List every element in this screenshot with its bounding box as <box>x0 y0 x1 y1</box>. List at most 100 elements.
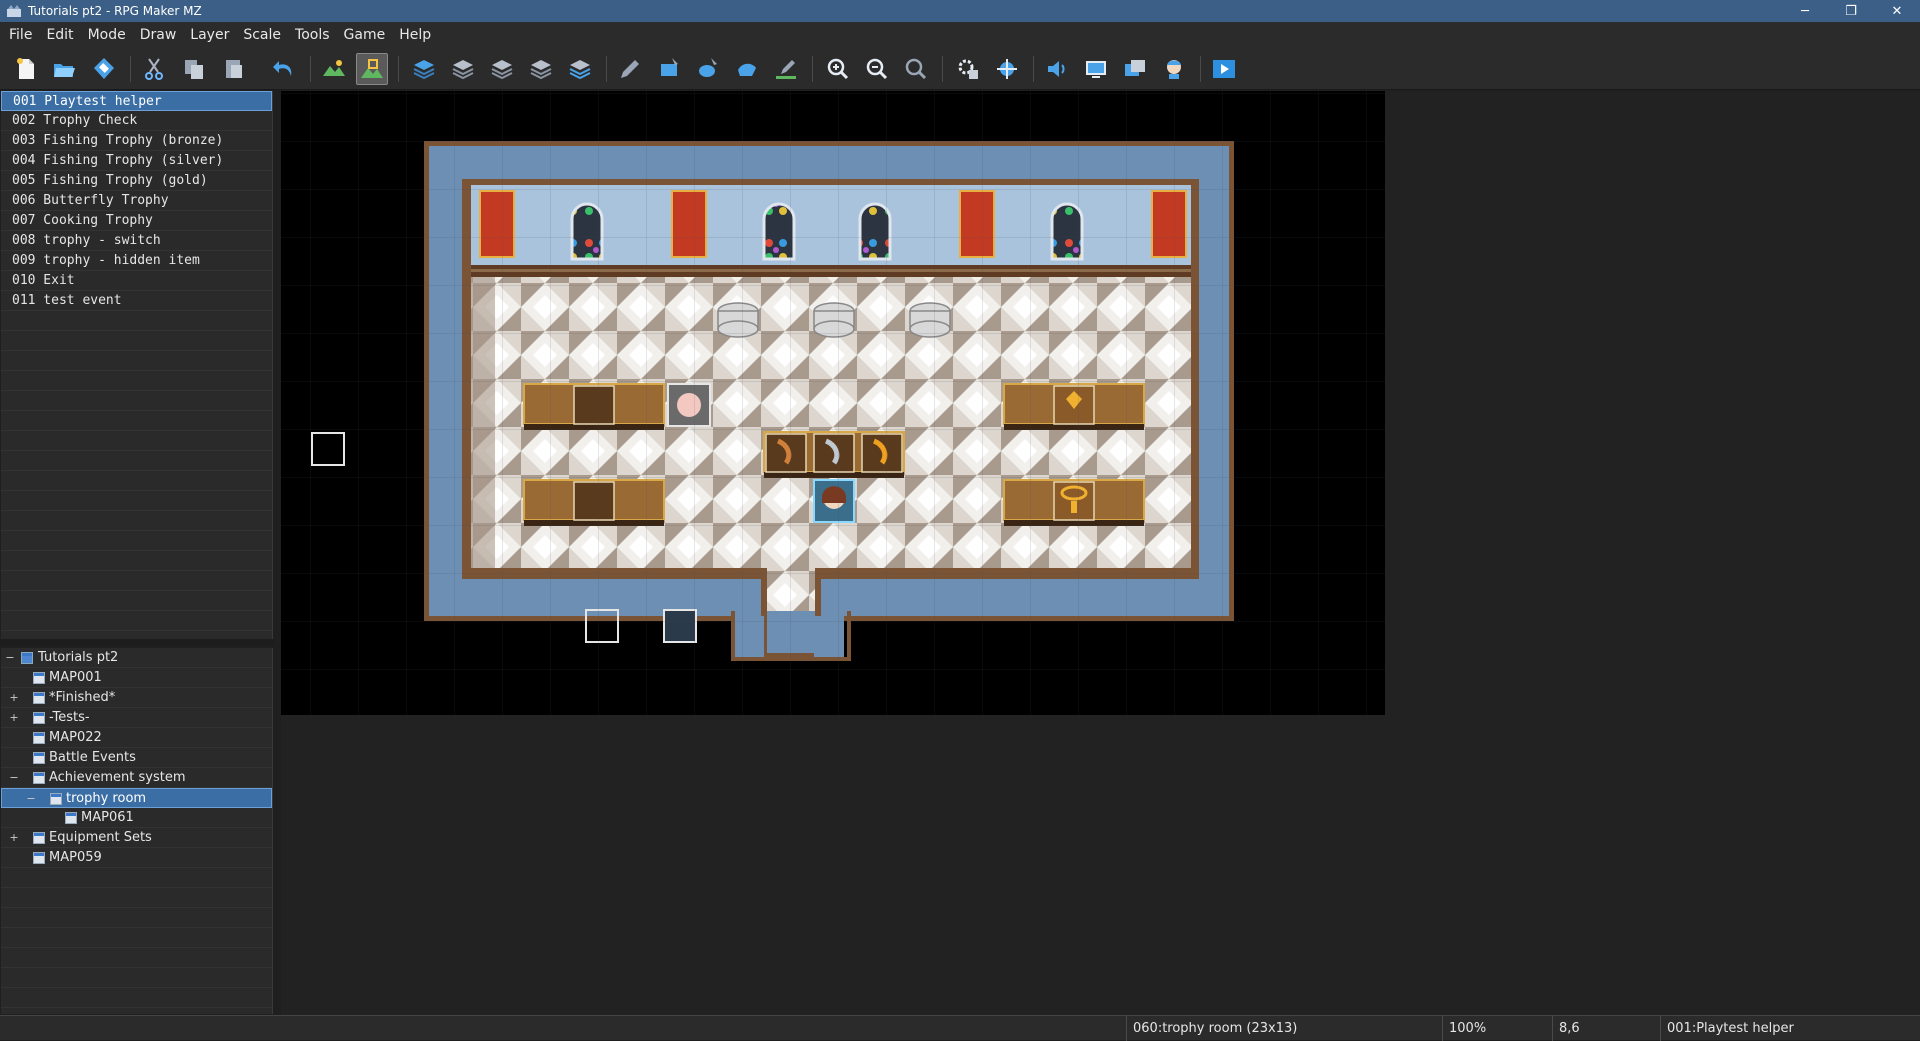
resource-manager-icon[interactable] <box>1119 53 1151 85</box>
cut-icon[interactable] <box>138 53 170 85</box>
event-list-empty-slot[interactable] <box>1 351 272 371</box>
undo-icon[interactable] <box>268 53 300 85</box>
map-icon <box>33 852 45 864</box>
event-list-item[interactable]: 011 test event <box>1 291 272 311</box>
flood-fill-icon[interactable] <box>731 53 763 85</box>
expand-icon[interactable]: + <box>9 688 19 708</box>
paste-icon[interactable] <box>218 53 250 85</box>
event-list-empty-slot[interactable] <box>1 411 272 431</box>
map-tree-item[interactable]: MAP001 <box>1 668 272 688</box>
event-list-item[interactable]: 001 Playtest helper <box>1 91 272 111</box>
event-list-empty-slot[interactable] <box>1 551 272 571</box>
menu-mode[interactable]: Mode <box>81 27 133 43</box>
event-list-empty-slot[interactable] <box>1 491 272 511</box>
map-tree-item[interactable]: MAP061 <box>1 808 272 828</box>
ellipse-icon[interactable] <box>692 53 724 85</box>
minimize-button[interactable]: ─ <box>1782 0 1828 22</box>
layer-b-icon[interactable] <box>447 53 479 85</box>
event-list-empty-slot[interactable] <box>1 371 272 391</box>
event-list-empty-slot[interactable] <box>1 531 272 551</box>
event-list-item[interactable]: 008 trophy - switch <box>1 231 272 251</box>
pencil-icon[interactable] <box>614 53 646 85</box>
character-generator-icon[interactable] <box>1158 53 1190 85</box>
collapse-icon[interactable]: − <box>9 768 19 788</box>
event-list-empty-slot[interactable] <box>1 431 272 451</box>
collapse-icon[interactable]: − <box>5 648 15 668</box>
event-list-item[interactable]: 009 trophy - hidden item <box>1 251 272 271</box>
map-tree-item[interactable]: + Equipment Sets <box>1 828 272 848</box>
map-tree-item[interactable]: MAP022 <box>1 728 272 748</box>
event-list-empty-slot[interactable] <box>1 591 272 611</box>
map-tree-label: Tutorials pt2 <box>38 650 119 665</box>
event-list-empty-slot[interactable] <box>1 471 272 491</box>
event-list: 001 Playtest helper 002 Trophy Check 003 F… <box>1 91 273 639</box>
copy-icon[interactable] <box>178 53 210 85</box>
map-mode-icon[interactable] <box>318 53 350 85</box>
map-tree-empty-row <box>1 928 272 948</box>
rectangle-icon[interactable] <box>653 53 685 85</box>
title-bar: Tutorials pt2 - RPG Maker MZ ─ ❐ ✕ <box>0 0 1920 22</box>
layer-a-icon[interactable] <box>408 53 440 85</box>
event-list-empty-slot[interactable] <box>1 311 272 331</box>
event-list-empty-slot[interactable] <box>1 571 272 591</box>
close-button[interactable]: ✕ <box>1874 0 1920 22</box>
event-list-empty-slot[interactable] <box>1 391 272 411</box>
shadow-pen-icon[interactable] <box>770 53 802 85</box>
menu-scale[interactable]: Scale <box>236 27 288 43</box>
new-project-icon[interactable] <box>10 53 42 85</box>
open-project-icon[interactable] <box>48 53 80 85</box>
menu-game[interactable]: Game <box>337 27 393 43</box>
project-icon <box>21 652 33 664</box>
map-tree-item[interactable]: − trophy room <box>1 788 272 808</box>
menu-tools[interactable]: Tools <box>288 27 337 43</box>
map-tree-label: Battle Events <box>49 750 136 765</box>
event-mode-icon[interactable] <box>356 53 388 85</box>
plugin-manager-icon[interactable] <box>991 53 1023 85</box>
actual-size-icon[interactable] <box>900 53 932 85</box>
map-tree-item[interactable]: + -Tests- <box>1 708 272 728</box>
event-list-empty-slot[interactable] <box>1 511 272 531</box>
map-tree-item[interactable]: − Tutorials pt2 <box>1 648 272 668</box>
sound-test-icon[interactable] <box>1041 53 1073 85</box>
layer-auto-icon[interactable] <box>564 53 596 85</box>
event-list-item[interactable]: 006 Butterfly Trophy <box>1 191 272 211</box>
status-coords: 8,6 <box>1552 1016 1660 1041</box>
map-view[interactable] <box>281 91 1385 715</box>
maximize-button[interactable]: ❐ <box>1828 0 1874 22</box>
menu-edit[interactable]: Edit <box>39 27 80 43</box>
event-list-empty-slot[interactable] <box>1 331 272 351</box>
panel-splitter[interactable] <box>0 639 274 645</box>
event-list-item[interactable]: 005 Fishing Trophy (gold) <box>1 171 272 191</box>
expand-icon[interactable]: + <box>9 828 19 848</box>
save-project-icon[interactable] <box>88 53 120 85</box>
map-canvas[interactable] <box>281 91 1385 715</box>
layer-d-icon[interactable] <box>525 53 557 85</box>
expand-icon[interactable]: + <box>9 708 19 728</box>
window-title: Tutorials pt2 - RPG Maker MZ <box>28 4 202 18</box>
event-list-item[interactable]: 010 Exit <box>1 271 272 291</box>
menu-help[interactable]: Help <box>392 27 438 43</box>
event-list-empty-slot[interactable] <box>1 611 272 631</box>
collapse-icon[interactable]: − <box>26 789 36 809</box>
event-list-item[interactable]: 007 Cooking Trophy <box>1 211 272 231</box>
map-tree-label: MAP022 <box>49 730 102 745</box>
event-list-empty-slot[interactable] <box>1 451 272 471</box>
map-tree-label: MAP001 <box>49 670 102 685</box>
map-tree-item[interactable]: + *Finished* <box>1 688 272 708</box>
map-tree-label: -Tests- <box>49 710 90 725</box>
menu-file[interactable]: File <box>2 27 39 43</box>
event-searcher-icon[interactable] <box>1080 53 1112 85</box>
layer-c-icon[interactable] <box>486 53 518 85</box>
zoom-out-icon[interactable] <box>861 53 893 85</box>
database-icon[interactable] <box>952 53 984 85</box>
event-list-item[interactable]: 002 Trophy Check <box>1 111 272 131</box>
event-list-item[interactable]: 004 Fishing Trophy (silver) <box>1 151 272 171</box>
menu-layer[interactable]: Layer <box>183 27 236 43</box>
map-tree-item[interactable]: − Achievement system <box>1 768 272 788</box>
map-tree-item[interactable]: MAP059 <box>1 848 272 868</box>
event-list-item[interactable]: 003 Fishing Trophy (bronze) <box>1 131 272 151</box>
zoom-in-icon[interactable] <box>822 53 854 85</box>
menu-draw[interactable]: Draw <box>133 27 184 43</box>
map-tree-item[interactable]: Battle Events <box>1 748 272 768</box>
playtest-icon[interactable] <box>1208 53 1240 85</box>
